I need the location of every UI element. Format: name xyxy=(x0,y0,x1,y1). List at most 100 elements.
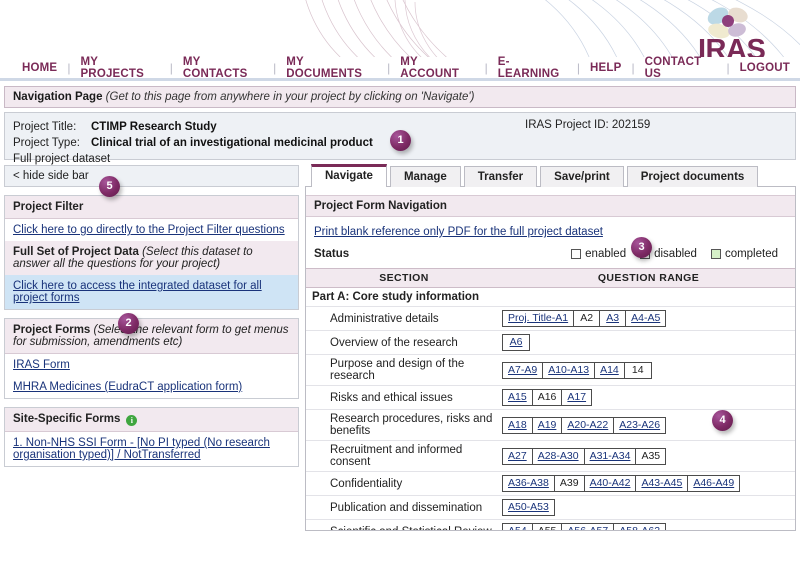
question-range-cellgroup: A36-A38 A39 A40-A42 A43-A45 A46-A49 xyxy=(502,471,795,496)
table-row: Overview of the research A6 xyxy=(306,330,795,355)
iras-project-id: IRAS Project ID: 202159 xyxy=(525,119,651,131)
question-range-cell[interactable]: Proj. Title-A1 xyxy=(503,311,575,326)
iras-form-link[interactable]: IRAS Form xyxy=(13,359,70,371)
nav-item-my-contacts[interactable]: MY CONTACTS xyxy=(173,56,273,80)
nav-item-e-learning[interactable]: E-LEARNING xyxy=(488,56,577,80)
table-section-label: Purpose and design of the research xyxy=(306,354,502,386)
question-range-cell[interactable]: A28-A30 xyxy=(532,448,585,464)
question-range-cell[interactable]: A56-A57 xyxy=(562,524,615,530)
question-range-cell[interactable]: A19 xyxy=(532,417,563,433)
question-range-row: A54 A55 A56-A57 A58-A62 xyxy=(503,524,666,530)
question-range-grid: A50-A53 xyxy=(502,499,555,516)
question-range-cell[interactable]: A40-A42 xyxy=(584,476,637,491)
question-range-grid: A18 A19 A20-A22 A23-A26 xyxy=(502,416,667,434)
table-row: Publication and dissemination A50-A53 xyxy=(306,495,795,520)
hide-side-bar-label: < hide side bar xyxy=(13,170,89,182)
project-form-navigation-header: Project Form Navigation xyxy=(306,195,795,217)
table-section-label: Overview of the research xyxy=(306,330,502,355)
table-section-label: Recruitment and informed consent xyxy=(306,440,502,472)
project-title-value: CTIMP Research Study xyxy=(91,121,217,133)
question-range-cell[interactable]: A31-A34 xyxy=(584,448,637,464)
question-range-cell[interactable]: A50-A53 xyxy=(503,500,554,515)
sidebar: < hide side bar Project Filter Click her… xyxy=(4,165,299,531)
question-range-cell[interactable]: A54 xyxy=(503,524,533,530)
print-blank-pdf-link[interactable]: Print blank reference only PDF for the f… xyxy=(314,226,603,238)
integrated-dataset-link[interactable]: Click here to access the integrated data… xyxy=(13,280,262,304)
tab-bar: Navigate Manage Transfer Save/print Proj… xyxy=(305,164,796,187)
question-range-cell[interactable]: A43-A45 xyxy=(636,476,689,491)
question-range-grid: A36-A38 A39 A40-A42 A43-A45 A46-A49 xyxy=(502,475,741,492)
project-filter-panel: Project Filter Click here to go directly… xyxy=(4,195,299,310)
question-range-cell[interactable]: A17 xyxy=(562,390,592,405)
question-range-cell: A55 xyxy=(532,524,563,530)
nav-item-my-projects[interactable]: MY PROJECTS xyxy=(70,56,169,80)
annotation-badge-1: 1 xyxy=(390,130,411,151)
project-filter-header: Project Filter xyxy=(5,196,298,219)
nav-item-logout[interactable]: LOGOUT xyxy=(730,62,800,74)
annotation-badge-3: 3 xyxy=(631,237,652,258)
table-head: SECTION QUESTION RANGE xyxy=(306,268,795,288)
legend-item-completed: completed xyxy=(710,248,778,260)
question-range-cell[interactable]: A36-A38 xyxy=(503,476,555,491)
question-range-cell[interactable]: A18 xyxy=(503,417,533,433)
question-range-cellgroup xyxy=(502,287,795,307)
question-range-cell[interactable]: A20-A22 xyxy=(562,417,615,433)
question-range-cell[interactable]: A6 xyxy=(503,335,529,350)
site-specific-forms-header-label: Site-Specific Forms xyxy=(13,413,121,425)
question-range-cell[interactable]: A3 xyxy=(600,311,627,326)
question-range-cell[interactable]: A14 xyxy=(595,362,625,378)
project-type-value: Clinical trial of an investigational med… xyxy=(91,137,373,149)
project-form-link-row: IRAS Form xyxy=(5,354,298,376)
tab-navigate[interactable]: Navigate xyxy=(311,164,387,187)
table-row: Part A: Core study information xyxy=(306,287,795,307)
tab-project-documents[interactable]: Project documents xyxy=(626,166,759,187)
main-panel: Navigate Manage Transfer Save/print Proj… xyxy=(305,164,796,531)
table-header-row: SECTION QUESTION RANGE xyxy=(306,268,795,288)
panel-spacer xyxy=(306,187,795,195)
question-range-cell[interactable]: A27 xyxy=(503,448,533,464)
checkbox-enabled-icon xyxy=(571,249,582,259)
table-row: Purpose and design of the research A7-A9 A… xyxy=(306,354,795,386)
page-title-hint: (Get to this page from anywhere in your … xyxy=(105,91,475,103)
info-icon[interactable]: i xyxy=(126,415,138,426)
nav-item-contact-us[interactable]: CONTACT US xyxy=(635,56,727,80)
question-range-cell[interactable]: A15 xyxy=(503,390,533,405)
non-nhs-ssi-form-link[interactable]: 1. Non-NHS SSI Form - [No PI typed (No r… xyxy=(13,437,270,461)
table-section-label: Scientific and Statistical Review xyxy=(306,519,502,530)
project-forms-header-bold: Project Forms xyxy=(13,324,91,336)
question-range-cell[interactable]: A23-A26 xyxy=(614,417,666,433)
table-section-label: Confidentiality xyxy=(306,471,502,496)
table-section-label: Research procedures, risks and benefits xyxy=(306,409,502,441)
question-range-cell: A2 xyxy=(574,311,601,326)
site-specific-forms-header: Site-Specific Forms i xyxy=(5,408,298,432)
nav-item-my-documents[interactable]: MY DOCUMENTS xyxy=(276,56,387,80)
integrated-dataset-row[interactable]: Click here to access the integrated data… xyxy=(5,275,298,309)
tab-save-print[interactable]: Save/print xyxy=(540,166,624,187)
question-range-row: A18 A19 A20-A22 A23-A26 xyxy=(503,417,666,433)
question-range-cell[interactable]: A58-A62 xyxy=(614,524,666,530)
content-columns: < hide side bar Project Filter Click her… xyxy=(0,164,800,531)
question-range-row: A7-A9 A10-A13 A14 14 xyxy=(503,362,651,378)
question-range-cell[interactable]: A7-A9 xyxy=(503,362,544,378)
top-navigation: HOME | MY PROJECTS | MY CONTACTS | MY DO… xyxy=(0,56,800,81)
mhra-medicines-link[interactable]: MHRA Medicines (EudraCT application form… xyxy=(13,381,242,393)
question-range-grid: A15 A16 A17 xyxy=(502,389,593,406)
project-filter-link[interactable]: Click here to go directly to the Project… xyxy=(13,224,285,236)
hide-side-bar-button[interactable]: < hide side bar xyxy=(4,165,299,187)
nav-item-my-account[interactable]: MY ACCOUNT xyxy=(390,56,484,80)
nav-item-help[interactable]: HELP xyxy=(580,62,631,74)
question-range-cell[interactable]: A10-A13 xyxy=(543,362,596,378)
legend-label-enabled: enabled xyxy=(585,248,627,260)
question-range-cell[interactable]: A4-A5 xyxy=(626,311,666,326)
table-row: Confidentiality A36-A38 A39 A40-A42 A43-A45 A… xyxy=(306,471,795,496)
tab-manage[interactable]: Manage xyxy=(389,166,461,187)
question-range-cellgroup: A7-A9 A10-A13 A14 14 xyxy=(502,354,795,386)
tab-transfer[interactable]: Transfer xyxy=(463,166,538,187)
nav-item-home[interactable]: HOME xyxy=(12,62,67,74)
question-range-cellgroup: A18 A19 A20-A22 A23-A26 xyxy=(502,409,795,441)
question-range-grid: A7-A9 A10-A13 A14 14 xyxy=(502,361,652,379)
question-range-cell[interactable]: A46-A49 xyxy=(688,476,740,491)
column-header-question-range: QUESTION RANGE xyxy=(502,268,795,288)
navigate-tab-content: Project Form Navigation Print blank refe… xyxy=(305,186,796,531)
question-range-cellgroup: A6 xyxy=(502,330,795,355)
